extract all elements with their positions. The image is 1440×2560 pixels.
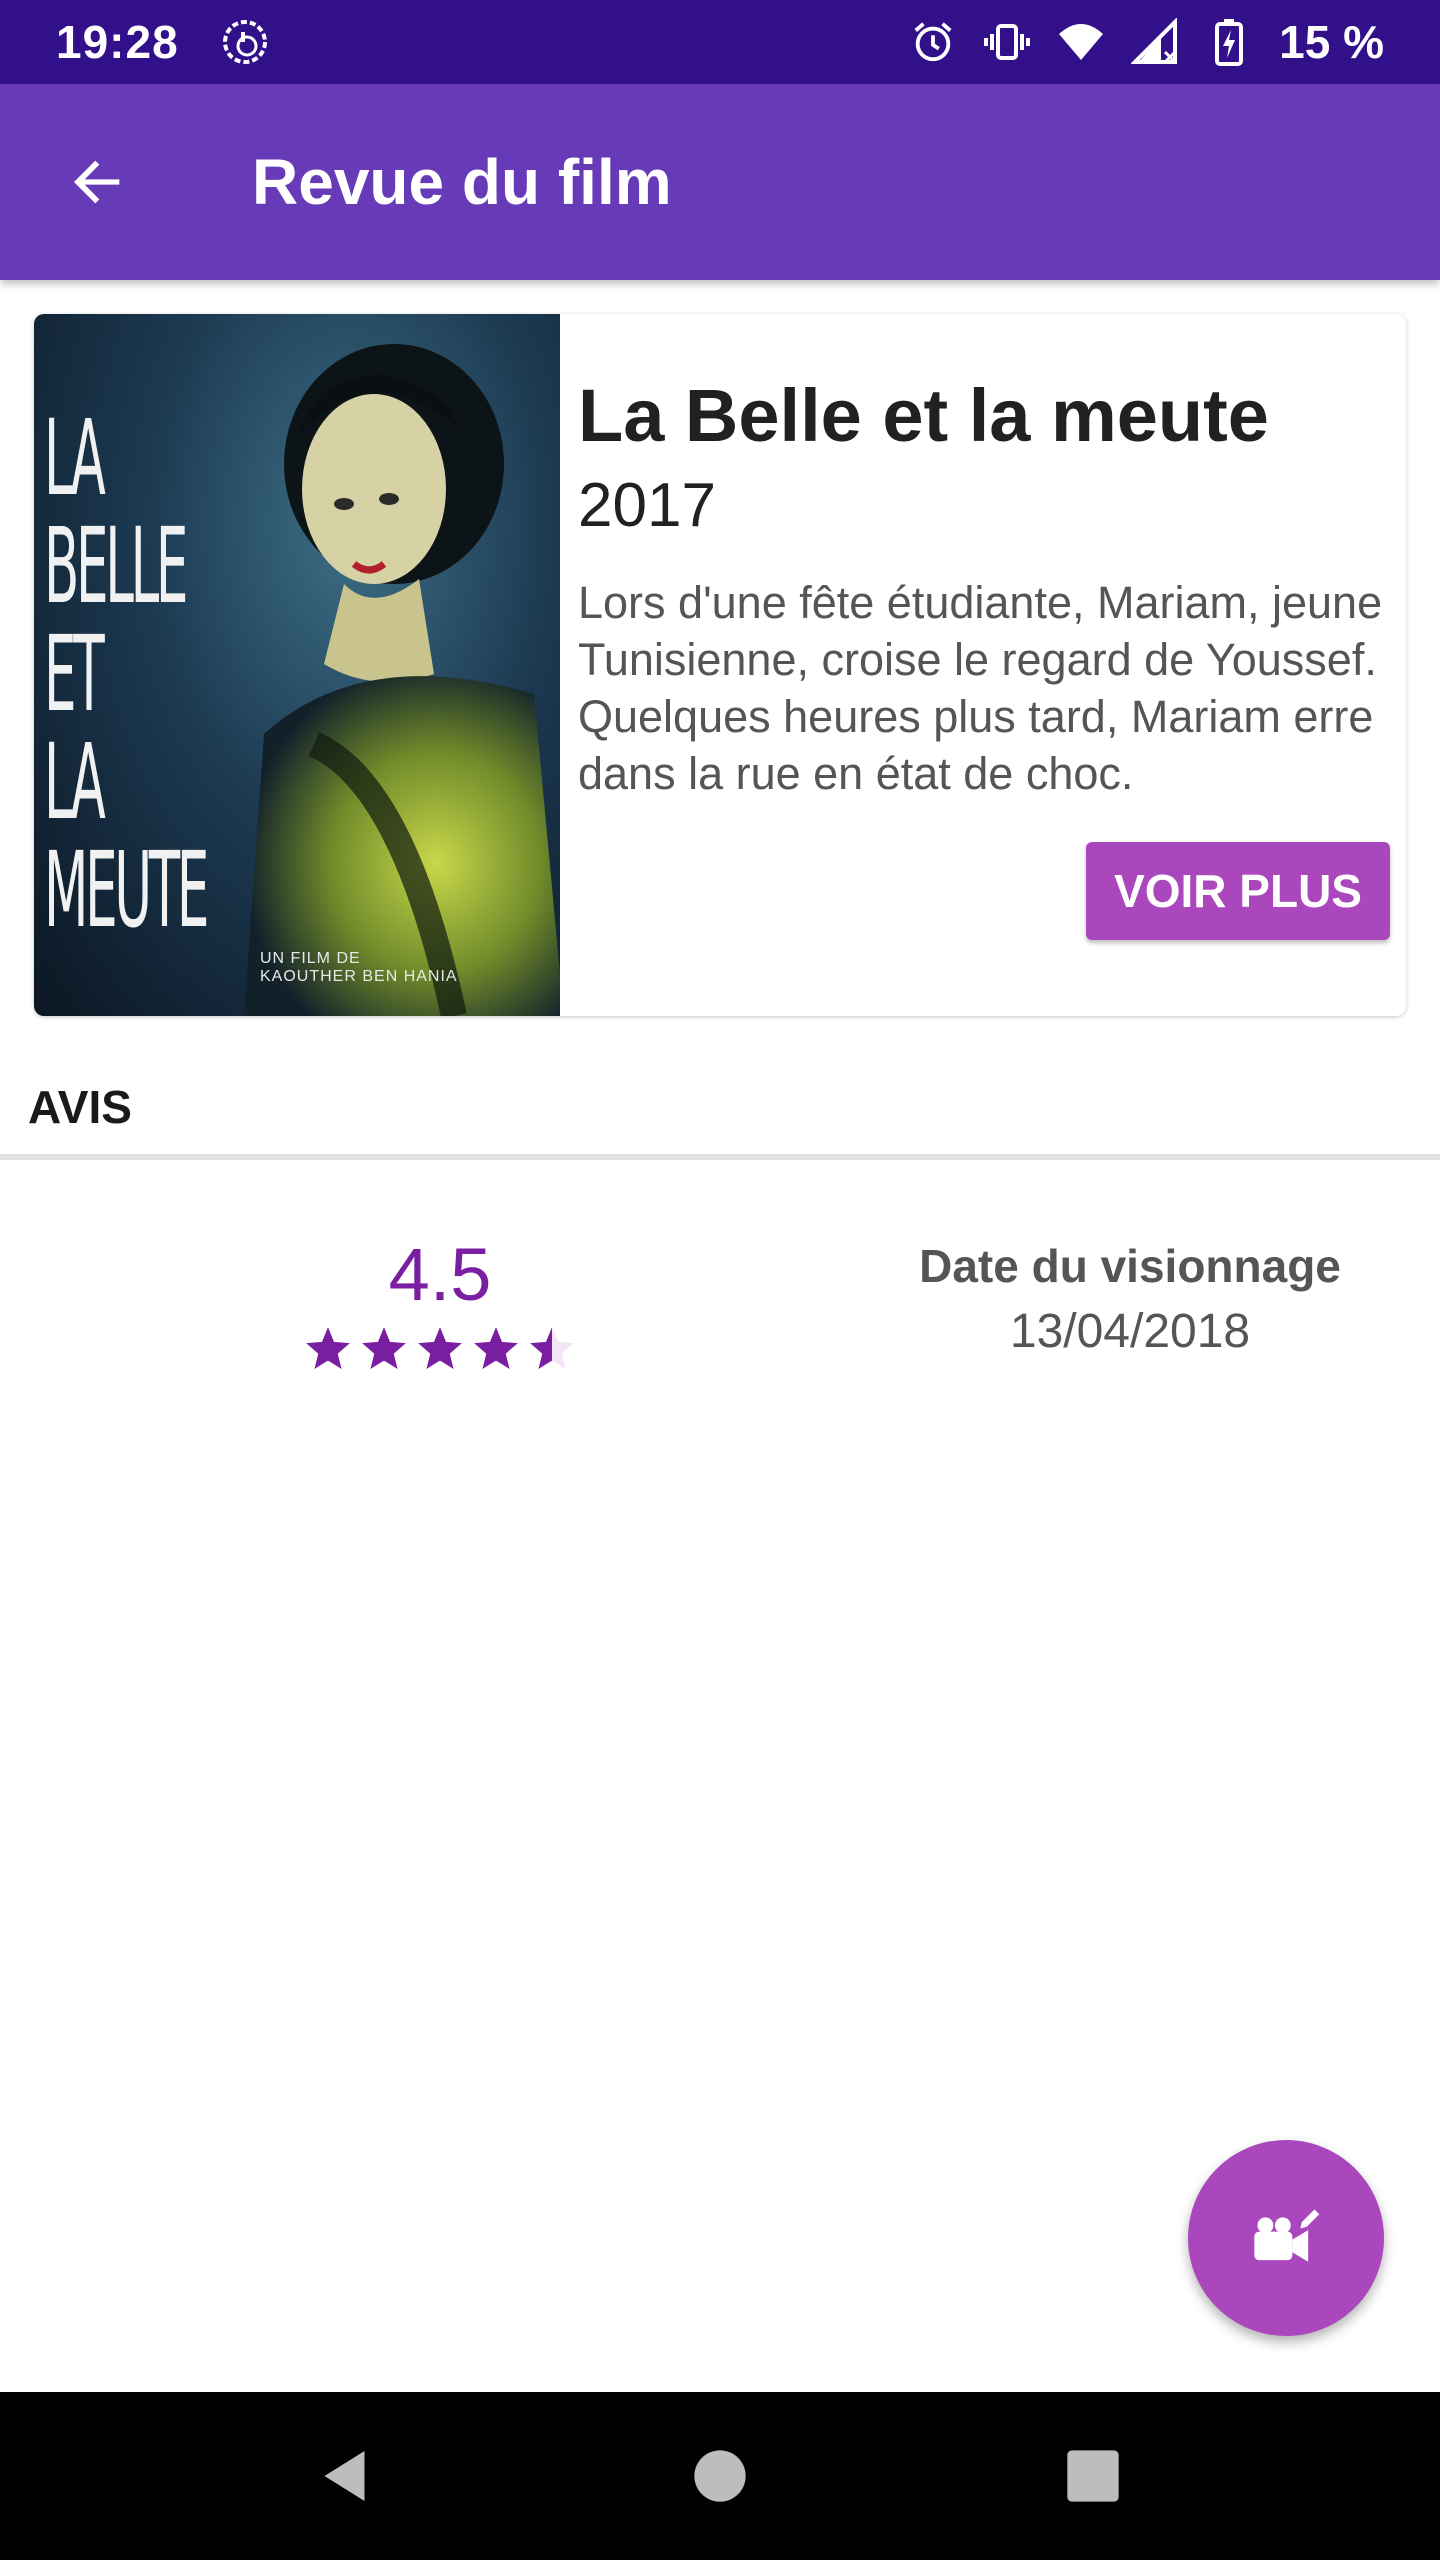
movie-card[interactable]: LA BELLE ET LA MEUTE UN FILM DE KAOUTHER…: [34, 314, 1406, 1016]
rating-star: [530, 1327, 574, 1369]
section-title-avis: AVIS: [28, 1081, 132, 1133]
rating-star: [474, 1327, 518, 1369]
battery-icon: [1205, 18, 1253, 66]
status-left: 19:28: [56, 15, 269, 69]
back-button[interactable]: [0, 84, 196, 280]
status-right: 15 %: [909, 15, 1384, 69]
section-divider: [0, 1154, 1440, 1160]
arrow-back-icon: [74, 160, 120, 204]
viewing-date-block: Date du visionnage 13/04/2018: [880, 1236, 1380, 1362]
status-bar: 19:28 15 %: [0, 0, 1440, 84]
back-triangle-icon: [324, 2451, 365, 2501]
rating-block: 4.5: [300, 1230, 580, 1374]
page-title: Revue du film: [252, 146, 672, 218]
rating-value: 4.5: [388, 1233, 492, 1316]
app-bar: Revue du film: [0, 84, 1440, 280]
movie-year: 2017: [578, 471, 716, 540]
voir-plus-button[interactable]: VOIR PLUS: [1086, 842, 1390, 940]
movie-poster: LA BELLE ET LA MEUTE UN FILM DE KAOUTHER…: [34, 314, 560, 1016]
movie-title: La Belle et la meute: [578, 374, 1269, 457]
poster-title-text: LA BELLE ET LA MEUTE: [44, 397, 209, 951]
home-circle-icon: [694, 2450, 746, 2502]
nav-recents-button[interactable]: [1033, 2416, 1153, 2536]
date-value: 13/04/2018: [1009, 1305, 1251, 1358]
status-time: 19:28: [56, 16, 179, 68]
battery-percentage: 15 %: [1279, 16, 1384, 68]
poster-credit-text: UN FILM DE KAOUTHER BEN HANIA: [260, 950, 458, 985]
recents-square-icon: [1067, 2450, 1119, 2502]
podcast-icon: [221, 18, 269, 66]
navigation-bar: [0, 2392, 1440, 2560]
video-camera-edit-icon: [1254, 2209, 1320, 2262]
wifi-icon: [1057, 18, 1105, 66]
vibrate-icon: [983, 18, 1031, 66]
rating-star: [418, 1327, 462, 1369]
rating-stars: [300, 1324, 580, 1374]
rating-star: [306, 1327, 350, 1369]
rating-star: [362, 1327, 406, 1369]
edit-review-fab[interactable]: [1188, 2140, 1384, 2336]
date-label: Date du visionnage: [919, 1240, 1341, 1292]
nav-back-button[interactable]: [287, 2416, 407, 2536]
movie-info: La Belle et la meute 2017 Lors d'une fêt…: [560, 314, 1406, 1016]
nav-home-button[interactable]: [660, 2416, 780, 2536]
signal-icon: [1131, 18, 1179, 66]
alarm-icon: [909, 18, 957, 66]
movie-synopsis: Lors d'une fête étudiante, Mariam, jeune…: [578, 577, 1383, 799]
poster-figure-art: [244, 344, 560, 1016]
